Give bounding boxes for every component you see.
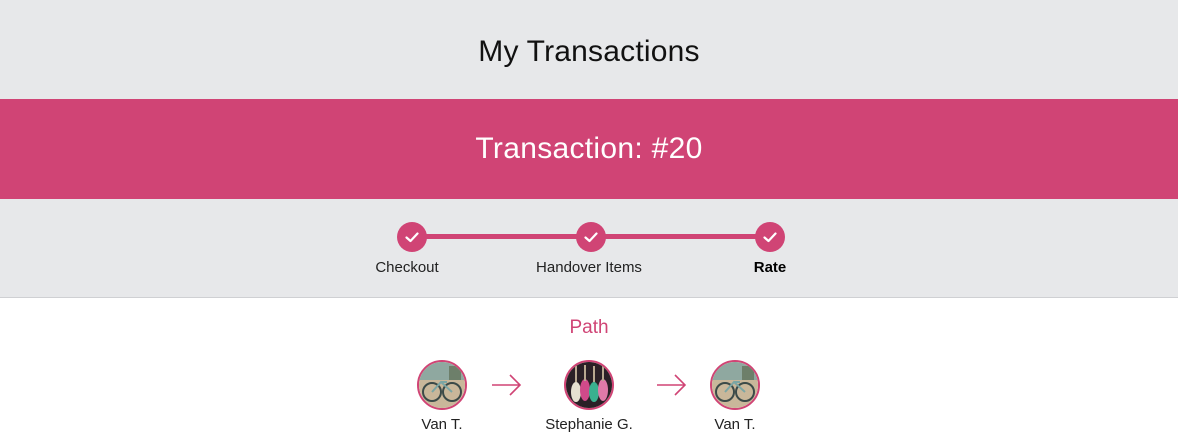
path-node-3[interactable]: Van T. (665, 360, 805, 433)
path-node-name: Van T. (714, 416, 756, 433)
path-section: Path Van T. Stephanie G. Van T. (0, 298, 1178, 446)
path-node-name: Stephanie G. (545, 416, 633, 433)
path-node-2[interactable]: Stephanie G. (519, 360, 659, 433)
page-header: My Transactions (0, 0, 1178, 99)
page-title: My Transactions (478, 34, 700, 68)
progress-stepper: Checkout Handover Items Rate (0, 199, 1178, 298)
step-rate-checkmark-icon[interactable] (755, 222, 785, 252)
progress-line-1 (412, 234, 591, 239)
bicycle-avatar-icon (712, 362, 758, 408)
transaction-title: Transaction: #20 (475, 132, 703, 165)
guitars-avatar-icon (566, 362, 612, 408)
step-checkout-checkmark-icon[interactable] (397, 222, 427, 252)
progress-line-2 (591, 234, 770, 239)
avatar[interactable] (417, 360, 467, 410)
step-label-checkout[interactable]: Checkout (375, 259, 438, 276)
avatar[interactable] (710, 360, 760, 410)
step-label-rate[interactable]: Rate (754, 259, 787, 276)
step-handover-checkmark-icon[interactable] (576, 222, 606, 252)
path-title: Path (569, 317, 609, 338)
transaction-banner: Transaction: #20 (0, 99, 1178, 199)
bicycle-avatar-icon (419, 362, 465, 408)
avatar[interactable] (564, 360, 614, 410)
step-label-handover-items[interactable]: Handover Items (536, 259, 642, 276)
path-node-name: Van T. (421, 416, 463, 433)
